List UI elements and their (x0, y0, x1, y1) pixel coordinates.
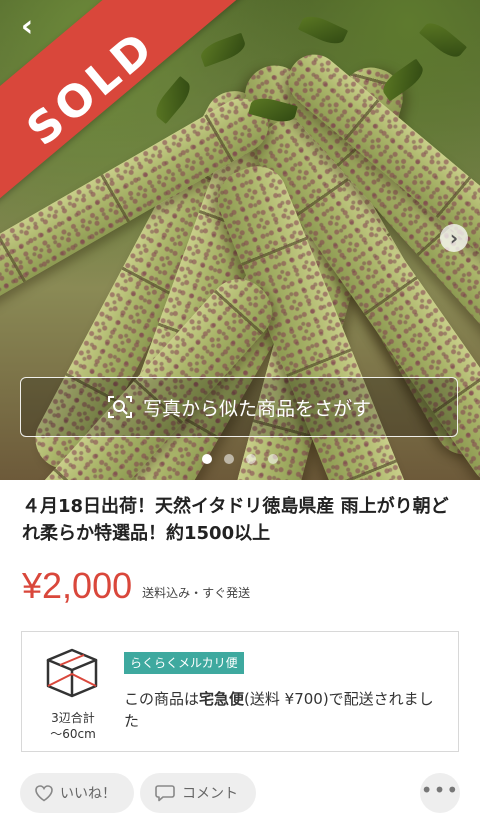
image-leaf (150, 75, 196, 125)
more-options-button[interactable]: ••• (420, 773, 460, 813)
image-leaf (197, 32, 249, 68)
heart-icon (35, 785, 53, 802)
comment-label: コメント (182, 786, 238, 802)
package-size-label: 3辺合計 〜60cm (50, 711, 96, 741)
item-title: ４月18日出荷！天然イタドリ徳島県産 雨上がり朝どれ柔らか特選品！約1500以上 (22, 496, 449, 544)
back-button[interactable]: ‹ (12, 12, 42, 42)
product-image[interactable]: SOLD ‹ › 写真から似た商品をさがす (0, 0, 480, 480)
pagination-dot[interactable] (268, 454, 278, 464)
shipping-method-badge: らくらくメルカリ便 (124, 652, 244, 674)
more-dots-icon: ••• (420, 778, 460, 802)
chevron-left-icon: ‹ (20, 9, 34, 44)
like-button[interactable]: いいね！ (20, 773, 134, 813)
package-box-icon (46, 648, 98, 698)
price-row: ¥2,000 送料込み・すぐ発送 (22, 565, 250, 607)
image-leaf (418, 17, 468, 63)
search-similar-label: 写真から似た商品をさがす (142, 397, 371, 420)
shipping-desc-prefix: この商品は (124, 690, 200, 708)
like-label: いいね！ (60, 786, 116, 802)
comment-icon (155, 785, 175, 802)
pagination-dot[interactable] (246, 454, 256, 464)
chevron-right-icon: › (449, 226, 459, 250)
action-bar: いいね！ コメント ••• (20, 773, 460, 815)
shipping-service-name: 宅急便 (199, 690, 245, 708)
pagination-dot[interactable] (224, 454, 234, 464)
image-leaf (297, 11, 349, 49)
comment-button[interactable]: コメント (140, 773, 256, 813)
shipping-info: 3辺合計 〜60cm らくらくメルカリ便 この商品は宅急便(送料 ¥700)で配… (21, 631, 459, 752)
image-pagination (0, 454, 480, 464)
pagination-dot[interactable] (202, 454, 212, 464)
next-image-button[interactable]: › (440, 224, 468, 252)
price-note: 送料込み・すぐ発送 (142, 586, 251, 600)
image-search-icon (107, 396, 132, 418)
item-price: ¥2,000 (22, 565, 133, 606)
shipping-description: この商品は宅急便(送料 ¥700)で配送されました (124, 688, 442, 732)
search-similar-button[interactable]: 写真から似た商品をさがす (20, 377, 458, 437)
